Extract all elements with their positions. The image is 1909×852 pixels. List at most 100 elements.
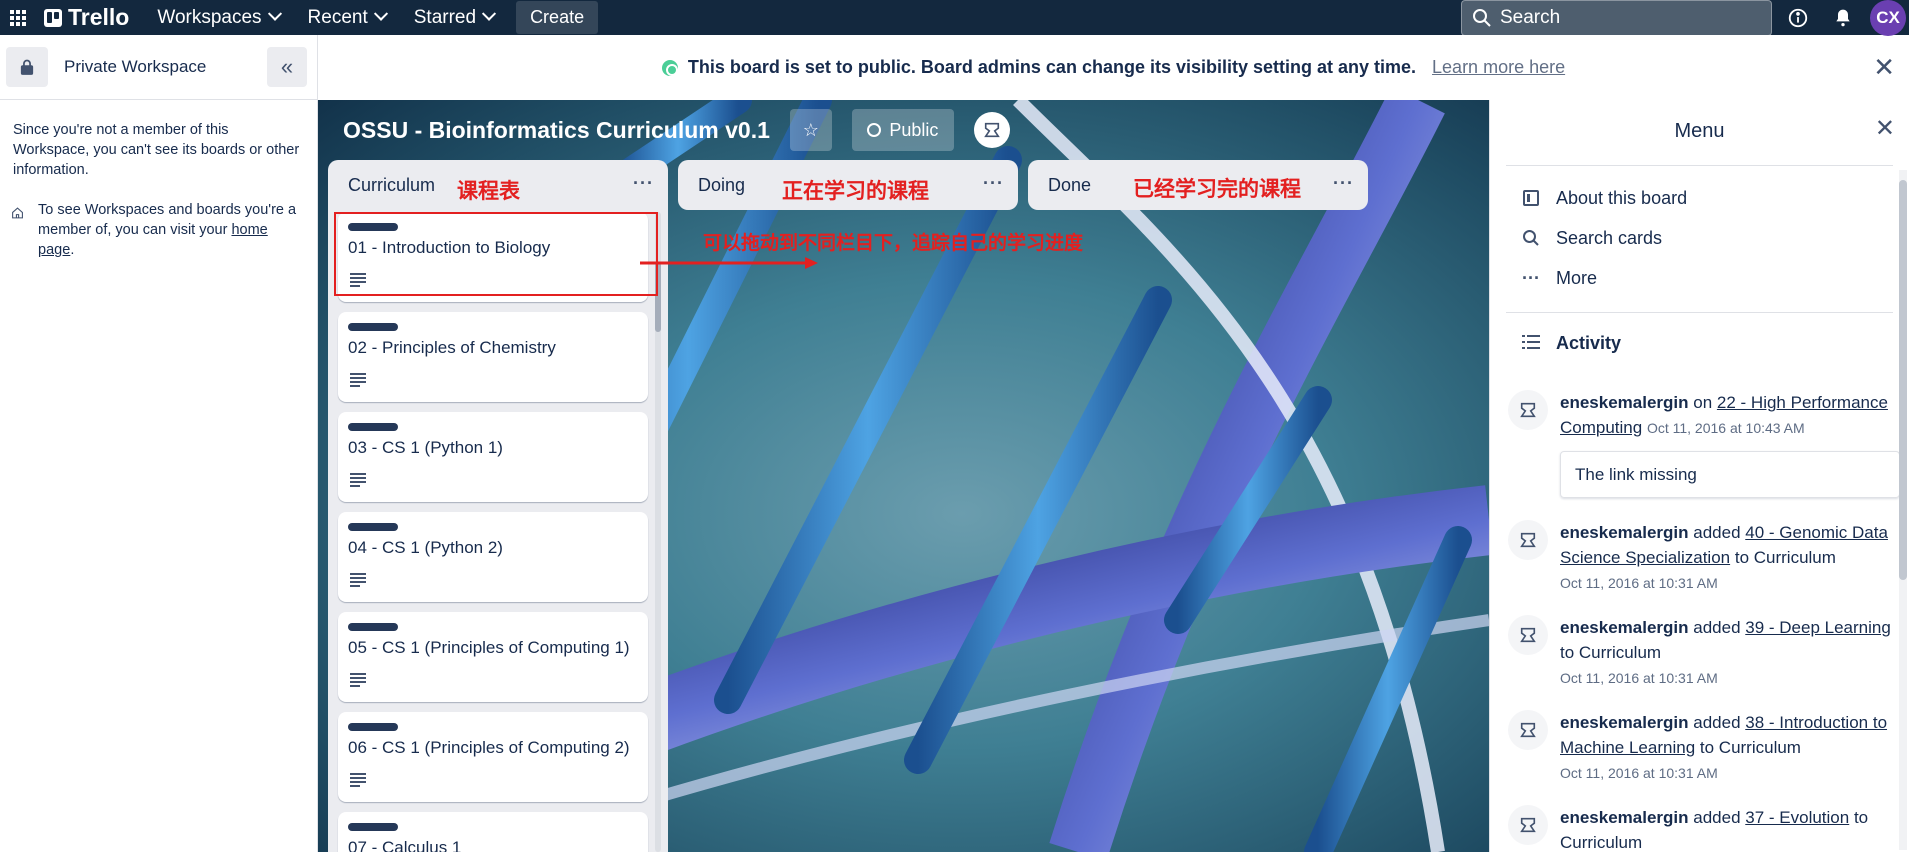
list-scrollbar[interactable] <box>655 212 661 852</box>
close-icon[interactable]: ✕ <box>1875 114 1895 143</box>
create-button[interactable]: Create <box>516 1 599 34</box>
more-icon[interactable]: ··· <box>633 173 654 194</box>
nav-workspaces[interactable]: Workspaces <box>143 0 293 35</box>
list-title[interactable]: Done <box>1048 175 1091 196</box>
menu-item-search-cards[interactable]: Search cards <box>1490 218 1909 258</box>
home-hint-text: To see Workspaces and boards you're a me… <box>38 200 305 260</box>
card-title: 03 - CS 1 (Python 1) <box>348 438 503 457</box>
activity-card-link[interactable]: 37 - Evolution <box>1745 808 1849 827</box>
more-icon[interactable]: ··· <box>1333 173 1354 194</box>
app-switcher-icon[interactable] <box>0 0 36 35</box>
member-avatar[interactable] <box>973 112 1010 148</box>
activity-after: to Curriculum <box>1734 548 1836 567</box>
description-icon <box>350 573 366 587</box>
activity-user[interactable]: eneskemalergin <box>1560 618 1689 637</box>
activity-text: eneskemalergin added 39 - Deep Learning … <box>1560 615 1900 691</box>
list-card[interactable]: 02 - Principles of Chemistry <box>338 312 648 402</box>
nav-workspaces-label: Workspaces <box>157 6 262 28</box>
list-card[interactable]: 07 - Calculus 1 <box>338 812 648 852</box>
close-icon[interactable]: ✕ <box>1873 54 1895 80</box>
card-label <box>348 723 398 731</box>
card-label <box>348 523 398 531</box>
activity-item: eneskemalergin on 22 - High Performance … <box>1508 390 1900 500</box>
annotation-curriculum: 课程表 <box>457 179 520 203</box>
avatar-icon <box>984 122 1000 138</box>
learn-more-link[interactable]: Learn more here <box>1432 57 1565 78</box>
nav-recent[interactable]: Recent <box>294 0 400 35</box>
workspace-header: Private Workspace « <box>0 35 317 100</box>
list-title[interactable]: Curriculum <box>348 175 435 196</box>
menu-divider <box>1506 312 1893 313</box>
activity-verb: added <box>1693 808 1741 827</box>
card-label <box>348 323 398 331</box>
star-board-button[interactable]: ☆ <box>789 109 832 151</box>
globe-icon <box>661 59 678 76</box>
info-icon[interactable] <box>1786 6 1810 30</box>
avatar[interactable] <box>1508 520 1548 560</box>
star-icon: ☆ <box>802 119 819 140</box>
activity-after: to Curriculum <box>1699 738 1801 757</box>
more-icon[interactable]: ··· <box>983 173 1004 194</box>
activity-text: eneskemalergin added 37 - Evolution to C… <box>1560 805 1898 852</box>
list-card[interactable]: 03 - CS 1 (Python 1) <box>338 412 648 502</box>
nav-starred[interactable]: Starred <box>400 0 508 35</box>
annotation-done: 已经学习完的课程 <box>1133 177 1301 201</box>
activity-user[interactable]: eneskemalergin <box>1560 393 1689 412</box>
annotation-doing: 正在学习的课程 <box>782 179 929 203</box>
description-icon <box>350 773 366 787</box>
highlight-box <box>334 212 658 296</box>
activity-title: Activity <box>1556 332 1622 353</box>
activity-card-link[interactable]: 39 - Deep Learning <box>1745 618 1891 637</box>
avatar[interactable] <box>1508 615 1548 655</box>
list-card[interactable]: 04 - CS 1 (Python 2) <box>338 512 648 602</box>
activity-verb: added <box>1693 618 1741 637</box>
nav-starred-label: Starred <box>413 6 477 28</box>
arrow-icon <box>640 257 818 269</box>
menu-item-label: Search cards <box>1556 227 1663 248</box>
bell-icon[interactable] <box>1831 6 1855 30</box>
activity-text: eneskemalergin added 38 - Introduction t… <box>1560 710 1900 786</box>
avatar[interactable] <box>1508 805 1548 845</box>
chevron-down-icon <box>373 6 388 21</box>
home-icon <box>12 207 23 219</box>
activity-verb: added <box>1693 523 1741 542</box>
avatar[interactable] <box>1508 390 1548 430</box>
activity-user[interactable]: eneskemalergin <box>1560 713 1689 732</box>
card-label <box>348 623 398 631</box>
activity-time[interactable]: Oct 11, 2016 at 10:43 AM <box>1647 420 1805 436</box>
banner-message: This board is set to public. Board admin… <box>687 57 1417 77</box>
activity-time[interactable]: Oct 11, 2016 at 10:31 AM <box>1560 575 1718 591</box>
home-hint-after: . <box>70 242 75 258</box>
board-title[interactable]: OSSU - Bioinformatics Curriculum v0.1 <box>343 117 770 144</box>
card-title: 04 - CS 1 (Python 2) <box>348 538 503 557</box>
menu-scrollbar[interactable] <box>1899 170 1907 850</box>
trello-logo[interactable]: Trello <box>44 4 129 31</box>
collapse-sidebar-button[interactable]: « <box>267 47 307 87</box>
board-header: OSSU - Bioinformatics Curriculum v0.1 ☆ … <box>318 100 1489 160</box>
lock-icon <box>6 47 48 87</box>
trello-logo-text: Trello <box>68 4 130 30</box>
chevron-down-icon <box>267 6 282 21</box>
annotation-drag-hint: 可以拖动到不同栏目下，追踪自己的学习进度 <box>703 232 1084 254</box>
menu-item-more[interactable]: ··· More <box>1490 258 1909 298</box>
activity-time[interactable]: Oct 11, 2016 at 10:31 AM <box>1560 765 1718 781</box>
list-card[interactable]: 06 - CS 1 (Principles of Computing 2) <box>338 712 648 802</box>
list-title[interactable]: Doing <box>698 175 745 196</box>
avatar-icon <box>1520 402 1536 418</box>
avatar-icon <box>1520 627 1536 643</box>
user-avatar[interactable]: CX <box>1870 0 1906 36</box>
list-card[interactable]: 05 - CS 1 (Principles of Computing 1) <box>338 612 648 702</box>
board-menu-panel: Menu ✕ About this board Search cards ···… <box>1489 100 1909 852</box>
activity-user[interactable]: eneskemalergin <box>1560 808 1689 827</box>
more-icon: ··· <box>1522 267 1540 288</box>
activity-time[interactable]: Oct 11, 2016 at 10:31 AM <box>1560 670 1718 686</box>
visibility-button[interactable]: Public <box>851 109 954 151</box>
card-title: 02 - Principles of Chemistry <box>348 338 556 357</box>
avatar[interactable] <box>1508 710 1548 750</box>
activity-text: eneskemalergin on 22 - High Performance … <box>1560 390 1900 498</box>
menu-item-about[interactable]: About this board <box>1490 178 1909 218</box>
activity-user[interactable]: eneskemalergin <box>1560 523 1689 542</box>
card-title: 05 - CS 1 (Principles of Computing 1) <box>348 638 630 657</box>
chevron-down-icon <box>481 6 497 21</box>
search-input[interactable]: Search <box>1461 0 1772 36</box>
